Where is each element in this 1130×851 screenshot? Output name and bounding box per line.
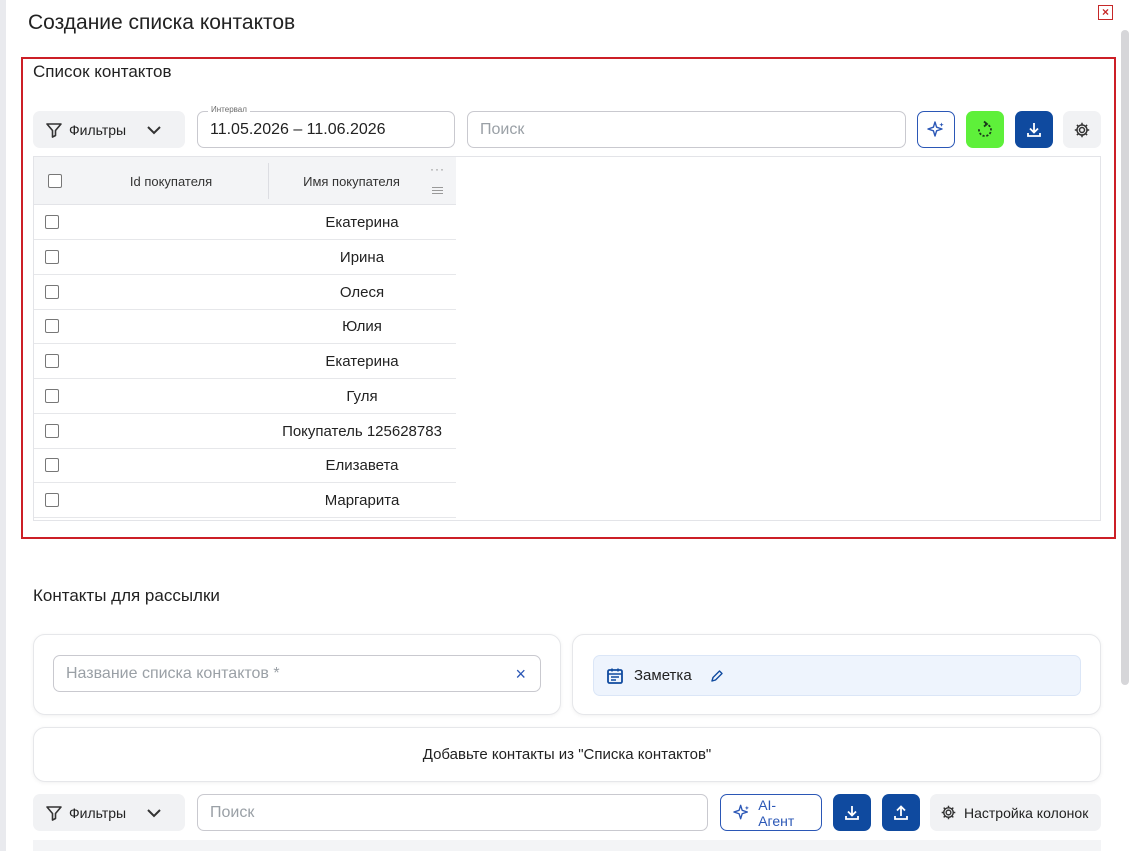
row-checkbox[interactable] — [45, 215, 59, 229]
download-button[interactable] — [1015, 111, 1053, 148]
note-card: Заметка — [572, 634, 1101, 715]
column-menu-icon[interactable]: ··· — [430, 162, 445, 176]
search-input[interactable]: Поиск — [467, 111, 906, 148]
row-name: Елизавета — [325, 456, 399, 474]
table-row[interactable]: Гуля — [34, 379, 456, 414]
ai-agent-button[interactable] — [917, 111, 955, 148]
mailing-section-title: Контакты для рассылки — [33, 586, 220, 605]
filters-label: Фильтры — [69, 121, 127, 138]
column-settings-label: Настройка колонок — [964, 804, 1089, 821]
upload-icon — [894, 804, 908, 820]
mailing-ai-agent-button[interactable]: AI-Агент — [720, 794, 822, 831]
chevron-down-icon — [147, 808, 161, 817]
row-checkbox[interactable] — [45, 389, 59, 403]
table-row[interactable]: Юлия — [34, 309, 456, 344]
scrollbar-thumb[interactable] — [1121, 30, 1129, 685]
download-icon — [1027, 122, 1041, 137]
upload-button[interactable] — [882, 794, 920, 831]
filter-icon — [46, 122, 62, 138]
filters-button[interactable]: Фильтры — [33, 111, 185, 148]
row-checkbox[interactable] — [45, 493, 59, 507]
table-row[interactable]: Олеся — [34, 275, 456, 310]
background-strip — [0, 0, 6, 851]
table-header: Id покупателя Имя покупателя ··· — [34, 157, 456, 205]
interval-legend: Интервал — [208, 105, 250, 114]
list-name-card: Название списка контактов * × — [33, 634, 561, 715]
sparkle-icon — [927, 120, 944, 137]
table-row[interactable]: Елизавета — [34, 448, 456, 483]
gear-icon — [1074, 122, 1090, 137]
table-row[interactable]: Маргарита — [34, 483, 456, 518]
row-checkbox[interactable] — [45, 424, 59, 438]
interval-value: 11.05.2026 – 11.06.2026 — [210, 120, 386, 138]
column-settings-button[interactable]: Настройка колонок — [930, 794, 1101, 831]
note-label: Заметка — [634, 667, 692, 684]
row-name: Олеся — [339, 283, 385, 301]
pencil-icon[interactable] — [710, 669, 724, 683]
mailing-filters-button[interactable]: Фильтры — [33, 794, 185, 831]
close-button[interactable]: × — [1098, 5, 1113, 20]
sparkle-icon — [733, 804, 749, 819]
row-name: Юлия — [342, 317, 382, 335]
column-header-name[interactable]: Имя покупателя — [269, 157, 434, 205]
column-header-id[interactable]: Id покупателя — [74, 157, 268, 205]
refresh-button[interactable] — [966, 111, 1004, 148]
row-name: Маргарита — [324, 491, 400, 509]
refresh-icon — [978, 120, 992, 137]
empty-hint-card: Добавьте контакты из "Списка контактов" — [33, 727, 1101, 782]
row-checkbox[interactable] — [45, 319, 59, 333]
settings-button[interactable] — [1063, 111, 1101, 148]
contacts-table: Id покупателя Имя покупателя ··· Екатери… — [33, 156, 1101, 521]
row-checkbox[interactable] — [45, 354, 59, 368]
interval-field[interactable]: Интервал 11.05.2026 – 11.06.2026 — [197, 105, 455, 148]
clear-icon[interactable]: × — [515, 664, 526, 685]
mailing-download-button[interactable] — [833, 794, 871, 831]
table-row[interactable]: Ирина — [34, 240, 456, 275]
calendar-note-icon — [607, 668, 623, 684]
mailing-search-placeholder: Поиск — [210, 803, 255, 821]
empty-hint-text: Добавьте контакты из "Списка контактов" — [422, 746, 712, 763]
row-name: Ирина — [339, 248, 385, 266]
column-resize-icon[interactable] — [432, 187, 443, 196]
row-checkbox[interactable] — [45, 458, 59, 472]
gear-icon — [941, 805, 956, 820]
contacts-list-title: Список контактов — [33, 62, 172, 81]
chevron-down-icon — [147, 125, 161, 134]
scrollbar[interactable] — [1120, 0, 1130, 851]
ai-agent-label: AI-Агент — [758, 796, 795, 829]
row-name: Покупатель 125628783 — [282, 422, 442, 440]
download-icon — [845, 805, 859, 820]
select-all-checkbox[interactable] — [48, 174, 62, 188]
row-name: Екатерина — [325, 213, 399, 231]
table-row[interactable]: Екатерина — [34, 344, 456, 379]
table-row[interactable]: Покупатель 125628783 — [34, 414, 456, 449]
row-name: Екатерина — [325, 352, 399, 370]
mailing-search-input[interactable]: Поиск — [197, 794, 708, 831]
table-row[interactable]: Екатерина — [34, 205, 456, 240]
mailing-table-header-partial — [33, 840, 1101, 851]
row-checkbox[interactable] — [45, 285, 59, 299]
search-placeholder: Поиск — [480, 120, 525, 138]
mailing-filters-label: Фильтры — [69, 804, 127, 821]
modal-title: Создание списка контактов — [28, 11, 296, 34]
note-field[interactable]: Заметка — [593, 655, 1081, 696]
list-name-input[interactable]: Название списка контактов * × — [53, 655, 541, 692]
row-name: Гуля — [346, 387, 378, 405]
list-name-placeholder: Название списка контактов * — [66, 664, 280, 682]
filter-icon — [46, 805, 62, 821]
row-checkbox[interactable] — [45, 250, 59, 264]
